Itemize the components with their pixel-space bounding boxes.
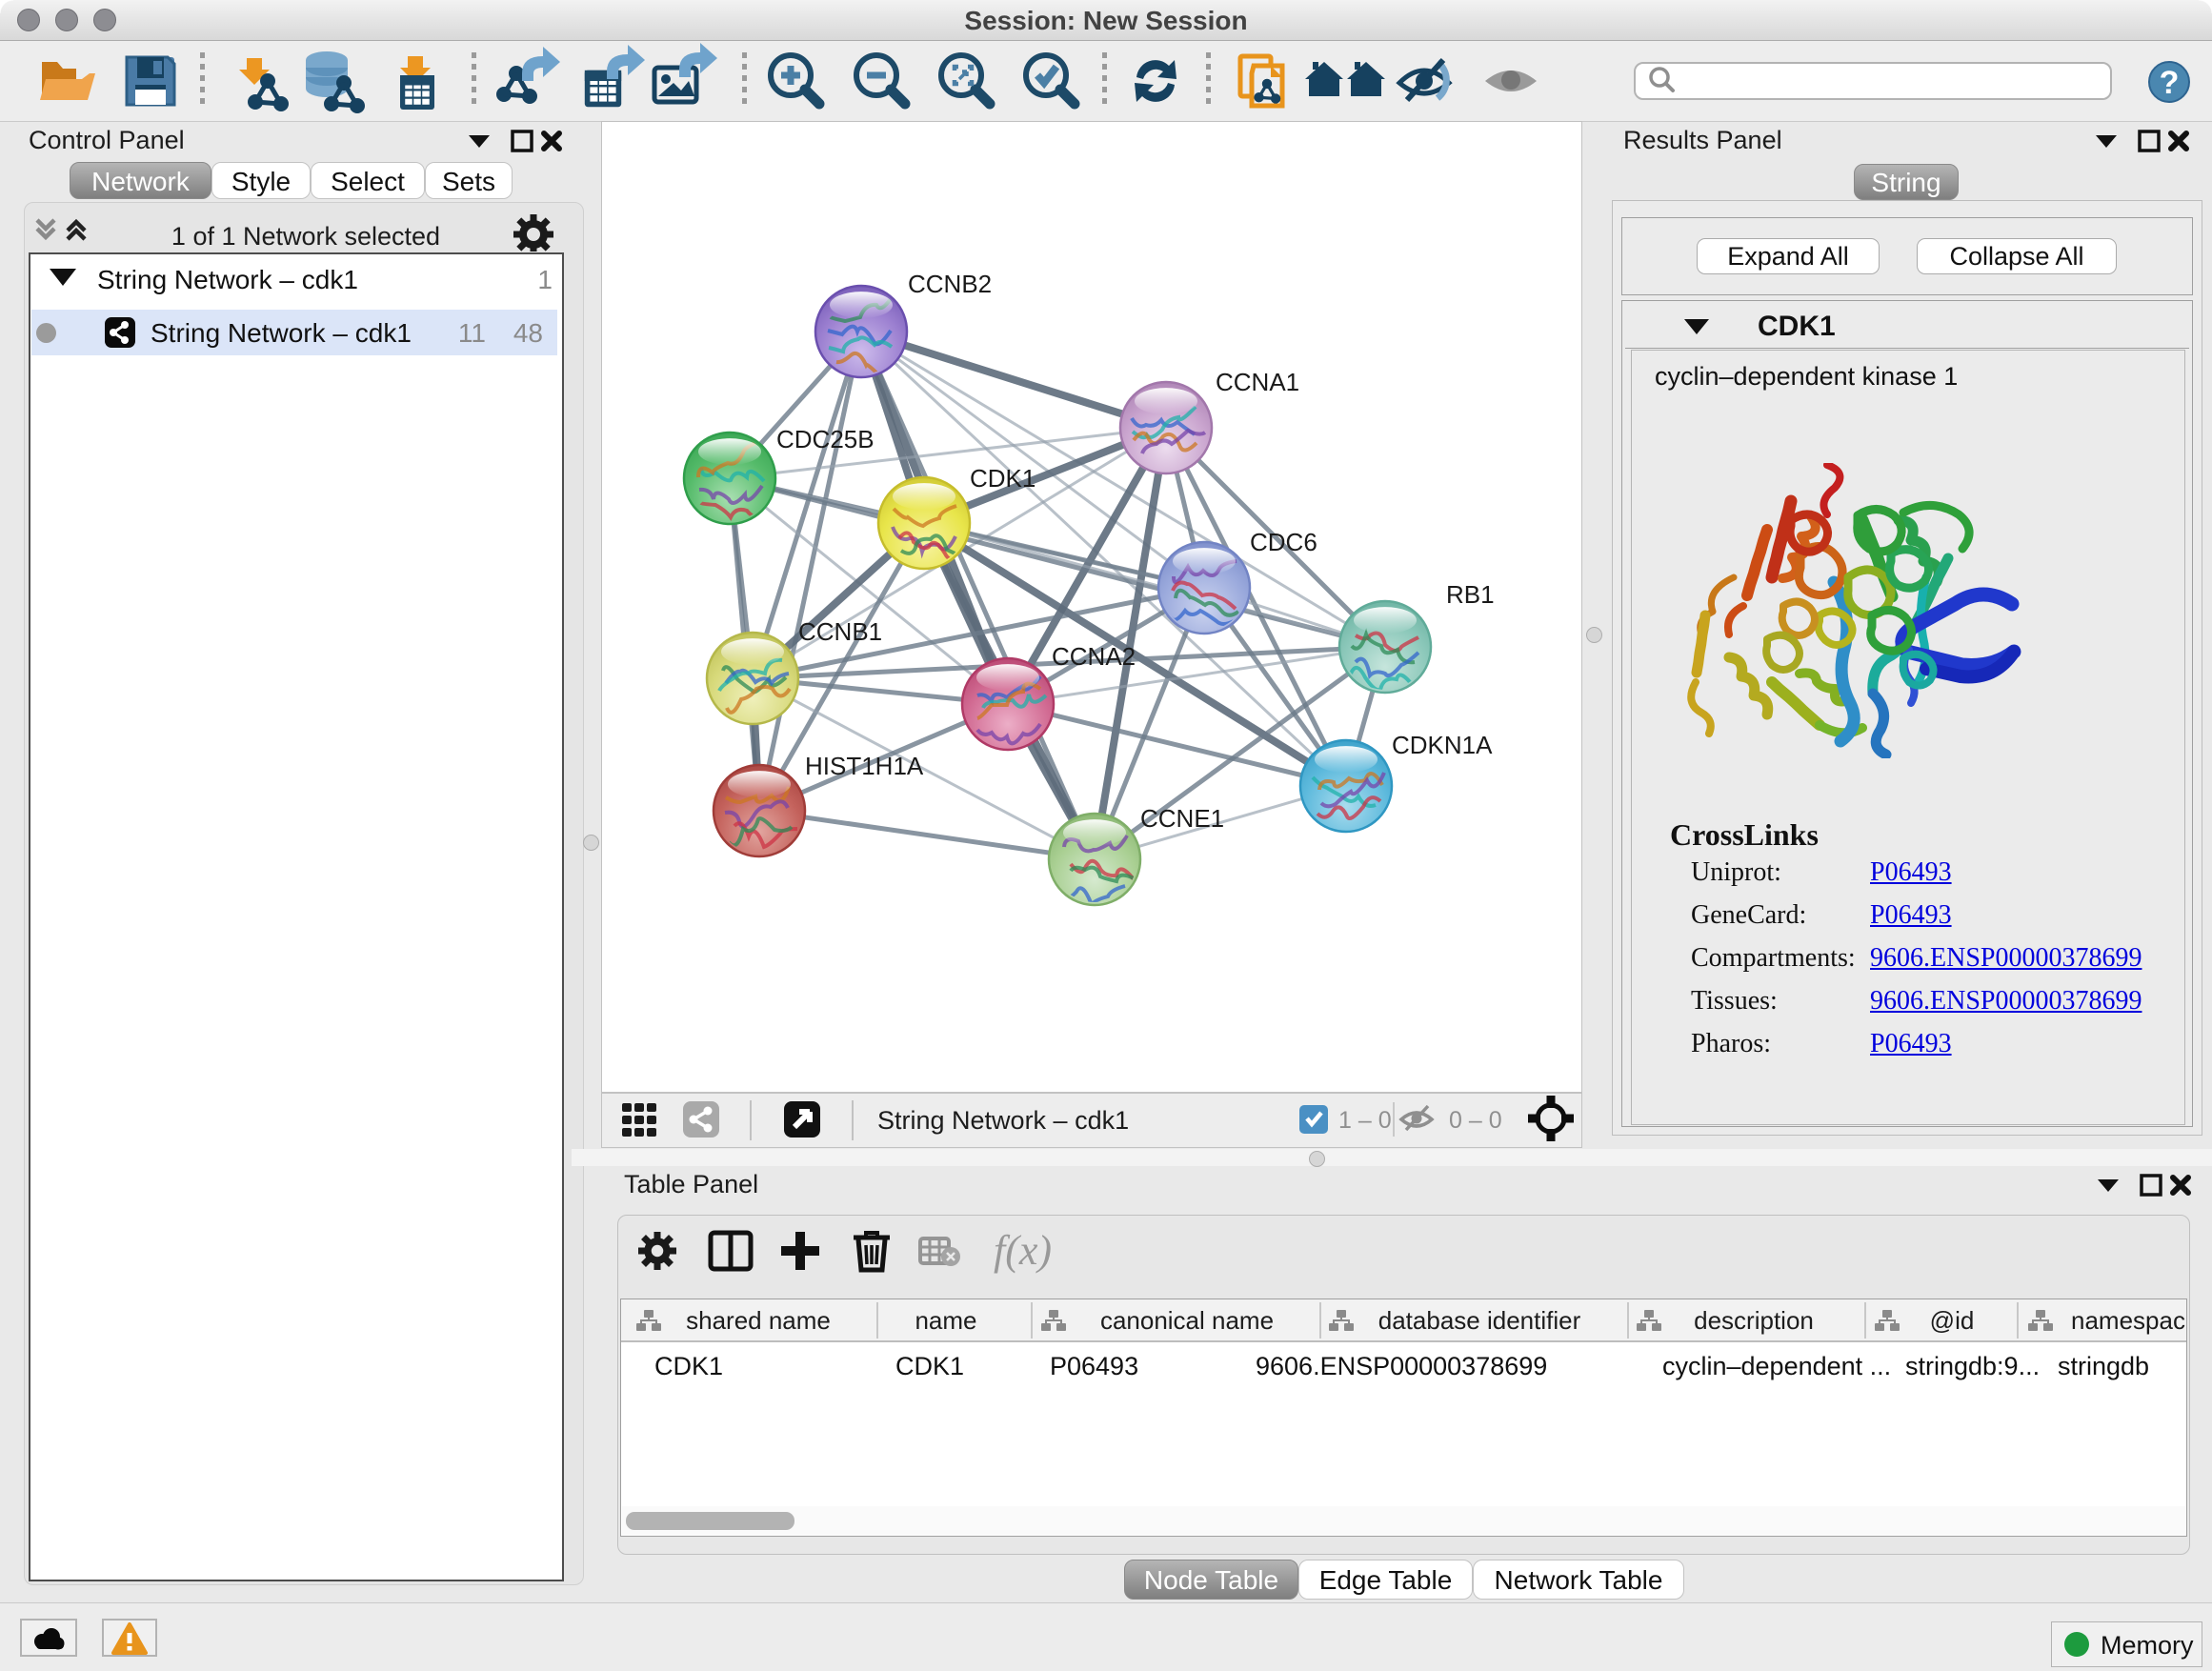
svg-text:database identifier: database identifier xyxy=(1378,1306,1581,1335)
svg-text:CDC25B: CDC25B xyxy=(776,425,875,453)
svg-text:name: name xyxy=(915,1306,976,1335)
svg-text:CDK1: CDK1 xyxy=(970,464,1036,493)
svg-text:CCNB1: CCNB1 xyxy=(798,617,882,646)
svg-text:CDC6: CDC6 xyxy=(1250,528,1317,556)
svg-text:P06493: P06493 xyxy=(1050,1352,1138,1380)
svg-text:namespac: namespac xyxy=(2071,1306,2185,1335)
svg-text:CCNA1: CCNA1 xyxy=(1216,368,1299,396)
svg-text:1 of 1 Network selected: 1 of 1 Network selected xyxy=(171,222,440,251)
svg-text:CDK1: CDK1 xyxy=(654,1352,723,1380)
svg-text:CCNB2: CCNB2 xyxy=(908,270,992,298)
svg-text:1 – 0: 1 – 0 xyxy=(1338,1107,1392,1134)
svg-text:cyclin–dependent ...: cyclin–dependent ... xyxy=(1662,1352,1891,1380)
svg-text:f(x): f(x) xyxy=(994,1227,1052,1274)
svg-text:canonical name: canonical name xyxy=(1100,1306,1274,1335)
svg-text:RB1: RB1 xyxy=(1446,580,1495,609)
svg-text:CCNE1: CCNE1 xyxy=(1140,804,1224,833)
svg-text:0 – 0: 0 – 0 xyxy=(1449,1107,1502,1134)
svg-text:CDK1: CDK1 xyxy=(895,1352,964,1380)
svg-text:?: ? xyxy=(2160,65,2180,101)
svg-text:stringdb: stringdb xyxy=(2058,1352,2149,1380)
svg-text:String Network – cdk1: String Network – cdk1 xyxy=(877,1106,1129,1135)
svg-text:stringdb:9...: stringdb:9... xyxy=(1905,1352,2040,1380)
svg-text:CCNA2: CCNA2 xyxy=(1052,642,1136,671)
svg-text:HIST1H1A: HIST1H1A xyxy=(805,752,924,780)
svg-text:shared name: shared name xyxy=(686,1306,831,1335)
svg-text:description: description xyxy=(1694,1306,1814,1335)
svg-text:CDKN1A: CDKN1A xyxy=(1392,731,1493,759)
svg-text:@id: @id xyxy=(1930,1306,1975,1335)
svg-text:9606.ENSP00000378699: 9606.ENSP00000378699 xyxy=(1256,1352,1547,1380)
